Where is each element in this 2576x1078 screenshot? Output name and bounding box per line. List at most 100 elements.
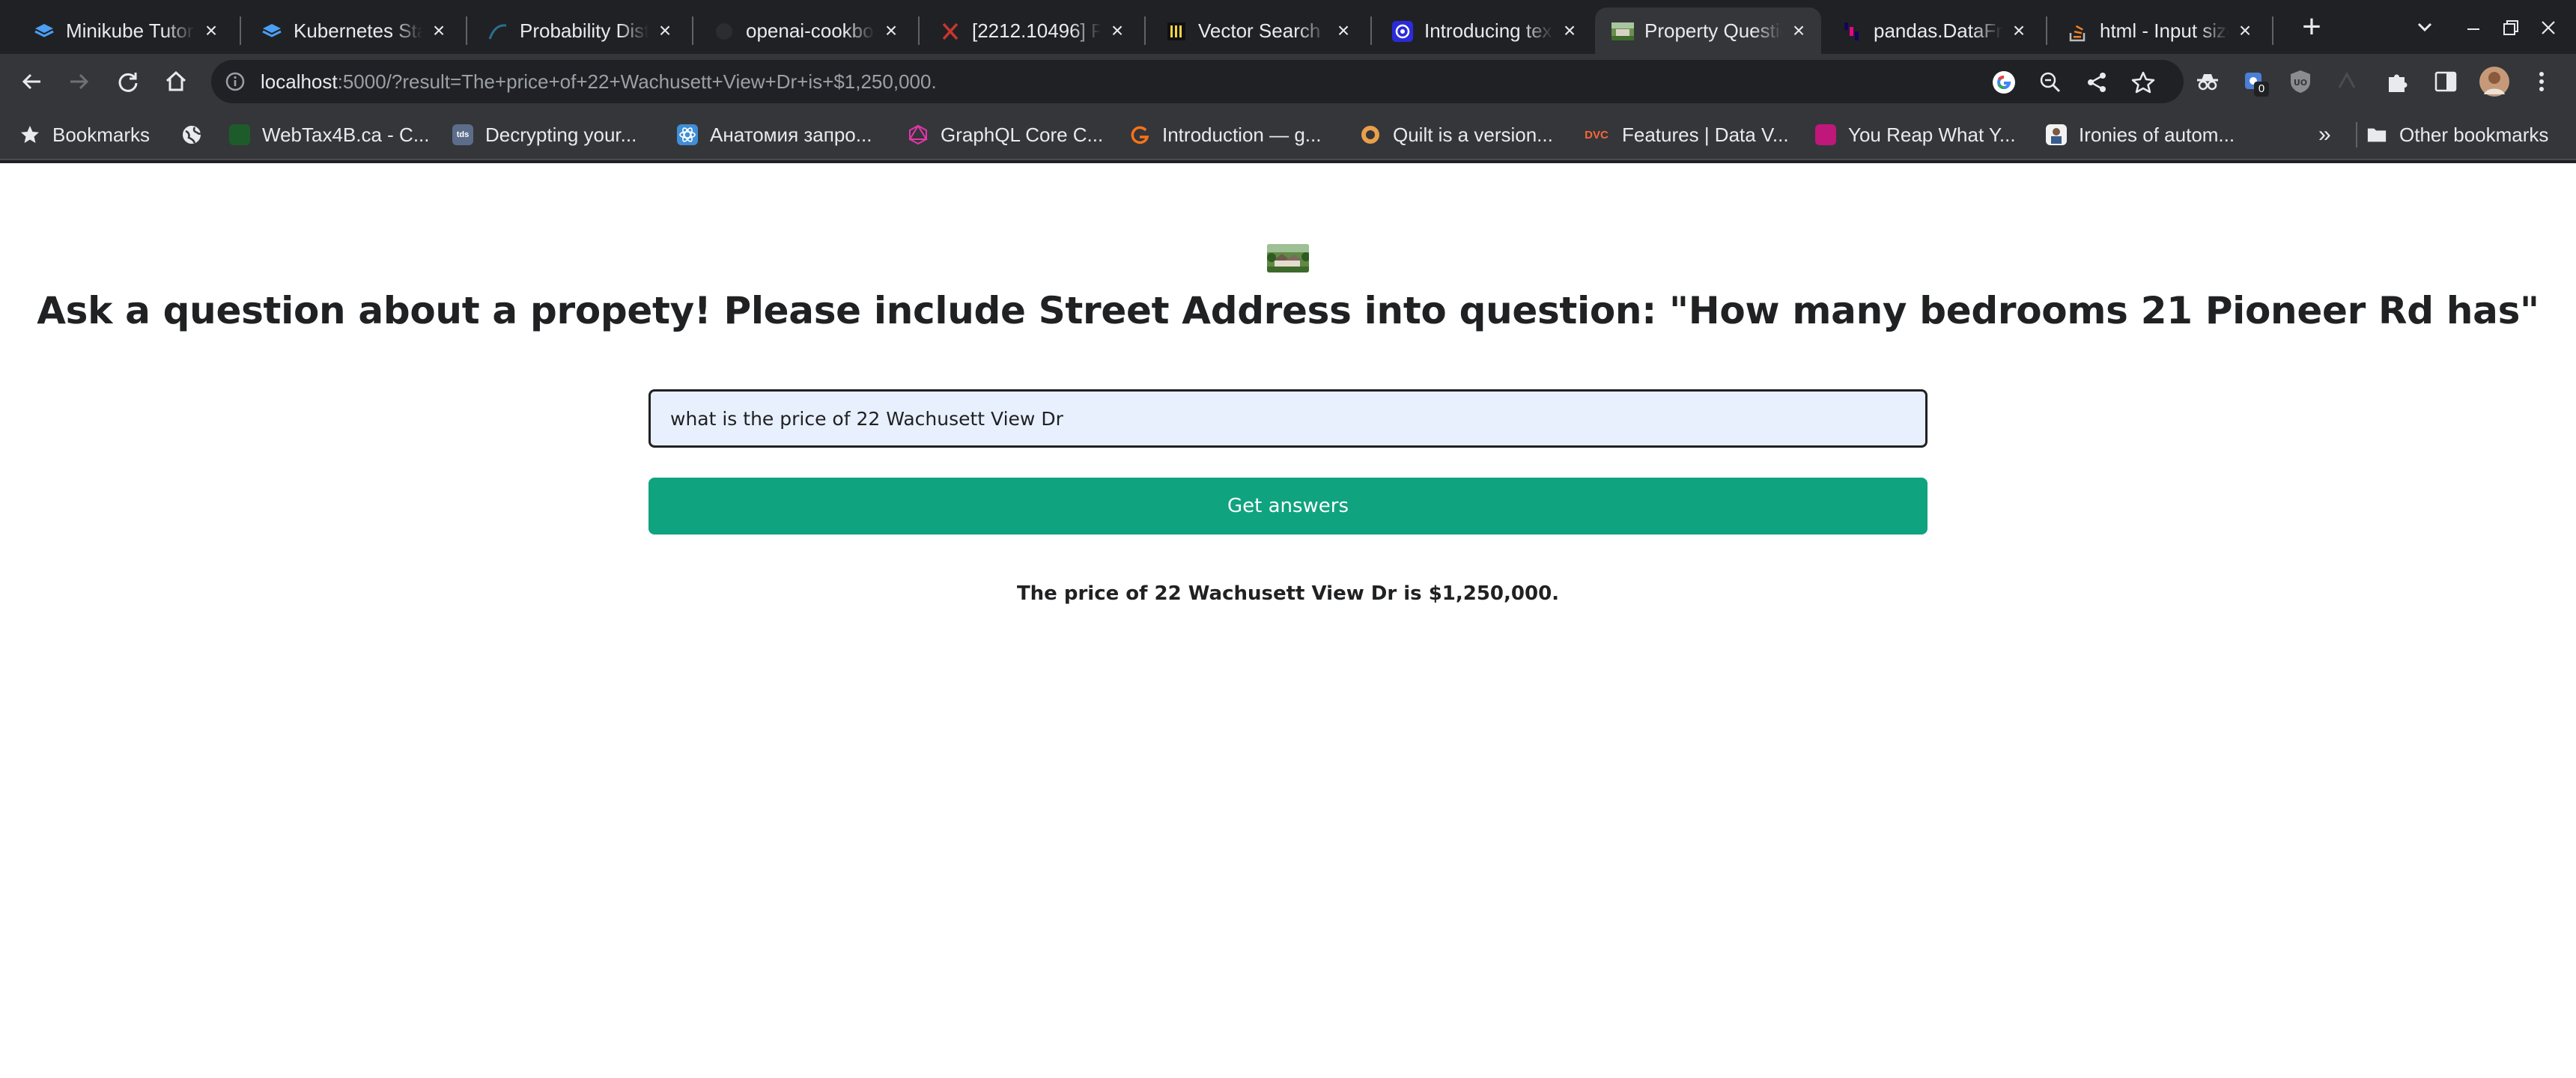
side-panel-icon[interactable] xyxy=(2432,68,2459,95)
tab-title: html - Input size xyxy=(2100,7,2229,54)
vector-search-icon xyxy=(1165,22,1188,41)
home-icon[interactable] xyxy=(159,64,193,99)
disabled-extension-icon[interactable] xyxy=(2333,68,2360,95)
bookmark-globe[interactable] xyxy=(181,109,214,160)
tab-probability[interactable]: Probability Distributions × xyxy=(470,7,687,54)
tab-arxiv[interactable]: [2212.10496] Precise × xyxy=(923,7,1140,54)
tab-strip: Minikube Tutorial × Kubernetes Stateful … xyxy=(0,0,2576,54)
tab-kubernetes[interactable]: Kubernetes Stateful × xyxy=(244,7,461,54)
close-icon[interactable]: × xyxy=(428,20,449,41)
tab-title: Vector Search xyxy=(1198,7,1327,54)
star-icon xyxy=(19,124,40,145)
back-arrow-icon[interactable] xyxy=(15,64,49,99)
bookmark-ironies[interactable]: Ironies of autom... xyxy=(2046,109,2235,160)
dvc-icon: DVC xyxy=(1583,124,1610,145)
ublock-shield-icon[interactable]: UO xyxy=(2287,68,2314,95)
minimize-icon[interactable] xyxy=(2456,10,2491,45)
page-title: Ask a question about a propety! Please i… xyxy=(37,289,2539,332)
tab-property-questions[interactable]: Property Questions × xyxy=(1595,7,1821,54)
pandas-icon xyxy=(1841,22,1863,41)
bookmark-star-icon[interactable] xyxy=(2131,70,2155,94)
url-text[interactable]: localhost:5000/?result=The+price+of+22+W… xyxy=(261,60,937,103)
quilt-icon xyxy=(1360,124,1381,145)
reload-icon[interactable] xyxy=(111,64,145,99)
tab-minikube[interactable]: Minikube Tutorial × xyxy=(16,7,234,54)
probability-icon xyxy=(487,22,509,41)
reap-icon xyxy=(1815,124,1836,145)
minikube-icon xyxy=(33,22,55,41)
tab-introducing-text[interactable]: Introducing text × xyxy=(1375,7,1592,54)
bookmark-quilt[interactable]: Quilt is a version... xyxy=(1360,109,1553,160)
bookmark-anatomy[interactable]: Анатомия запро... xyxy=(677,109,872,160)
url-path: :5000/?result=The+price+of+22+Wachusett+… xyxy=(337,70,937,93)
tab-search-chevron-icon[interactable] xyxy=(2410,12,2440,42)
tab-title: [2212.10496] Precise xyxy=(972,7,1101,54)
tab-openai-cookbook[interactable]: openai-cookbook × xyxy=(696,7,914,54)
puzzle-extensions-icon[interactable] xyxy=(2384,68,2411,95)
other-bookmarks[interactable]: Other bookmarks xyxy=(2366,109,2548,160)
tab-separator xyxy=(918,16,920,45)
gradio-icon xyxy=(1129,124,1150,145)
question-input[interactable] xyxy=(648,389,1928,448)
folder-icon xyxy=(2366,124,2387,145)
react-icon xyxy=(677,124,698,145)
google-icon[interactable] xyxy=(1992,70,2016,94)
close-icon[interactable]: × xyxy=(654,20,675,41)
bookmarks-divider xyxy=(2356,122,2357,147)
other-bookmarks-label: Other bookmarks xyxy=(2399,123,2549,146)
bookmark-label: Introduction — g... xyxy=(1162,123,1322,146)
close-window-icon[interactable] xyxy=(2531,10,2566,45)
tab-html-input-size[interactable]: html - Input size × xyxy=(2050,7,2267,54)
spy-extension-icon[interactable] xyxy=(2194,68,2221,95)
bookmark-webtax[interactable]: WebTax4B.ca - C... xyxy=(229,109,430,160)
property-logo-image xyxy=(1267,244,1309,272)
share-icon[interactable] xyxy=(2085,70,2109,94)
bookmark-graphql[interactable]: GraphQL Core C... xyxy=(908,109,1103,160)
graphql-icon xyxy=(908,124,929,145)
forward-arrow-icon[interactable] xyxy=(61,64,96,99)
zoom-icon[interactable] xyxy=(2038,70,2062,94)
bookmark-label: Features | Data V... xyxy=(1622,123,1789,146)
tab-title: pandas.DataFrame xyxy=(1874,7,2002,54)
more-menu-icon[interactable] xyxy=(2528,68,2555,95)
bookmark-label: Bookmarks xyxy=(52,123,151,146)
bookmarks-overflow-button[interactable]: » xyxy=(2318,109,2331,160)
close-icon[interactable]: × xyxy=(1788,20,1809,41)
bookmark-reap[interactable]: You Reap What Y... xyxy=(1815,109,2016,160)
new-tab-button[interactable]: + xyxy=(2294,10,2329,45)
tab-title: Probability Distributions xyxy=(520,7,648,54)
tab-title: Kubernetes Stateful xyxy=(294,7,422,54)
tab-separator xyxy=(1370,16,1372,45)
close-icon[interactable]: × xyxy=(1559,20,1580,41)
answer-result: The price of 22 Wachusett View Dr is $1,… xyxy=(1016,582,1560,605)
bookmark-label: Ironies of autom... xyxy=(2079,123,2235,146)
tab-pandas[interactable]: pandas.DataFrame × xyxy=(1824,7,2041,54)
github-icon xyxy=(713,22,735,41)
tab-title: Property Questions xyxy=(1644,7,1782,54)
close-icon[interactable]: × xyxy=(1107,20,1128,41)
bookmark-label: Quilt is a version... xyxy=(1393,123,1553,146)
extension-badge-icon[interactable]: 0 xyxy=(2241,68,2269,97)
tab-vector-search[interactable]: Vector Search × xyxy=(1149,7,1366,54)
get-answers-button[interactable]: Get answers xyxy=(648,478,1928,535)
bookmark-gradio[interactable]: Introduction — g... xyxy=(1129,109,1321,160)
site-info-icon[interactable] xyxy=(225,71,246,92)
property-photo-icon xyxy=(1611,22,1634,41)
extension-badge-count: 0 xyxy=(2254,82,2269,97)
avatar[interactable] xyxy=(2479,66,2510,97)
stackoverflow-icon xyxy=(2067,22,2089,42)
restore-icon[interactable] xyxy=(2494,10,2528,45)
close-icon[interactable]: × xyxy=(1333,20,1354,41)
bookmarks-menu[interactable]: Bookmarks xyxy=(19,109,150,160)
close-icon[interactable]: × xyxy=(2235,20,2255,41)
close-icon[interactable]: × xyxy=(2008,20,2029,41)
close-icon[interactable]: × xyxy=(201,20,222,41)
bookmark-label: GraphQL Core C... xyxy=(941,123,1104,146)
address-bar[interactable]: localhost:5000/?result=The+price+of+22+W… xyxy=(211,60,2184,103)
openai-icon xyxy=(1391,21,1414,42)
bookmark-decrypting[interactable]: tds Decrypting your... xyxy=(452,109,637,160)
bookmark-dvc[interactable]: DVC Features | Data V... xyxy=(1583,109,1789,160)
close-icon[interactable]: × xyxy=(881,20,902,41)
webtax-icon xyxy=(229,124,250,145)
tab-title: Introducing text xyxy=(1424,7,1553,54)
